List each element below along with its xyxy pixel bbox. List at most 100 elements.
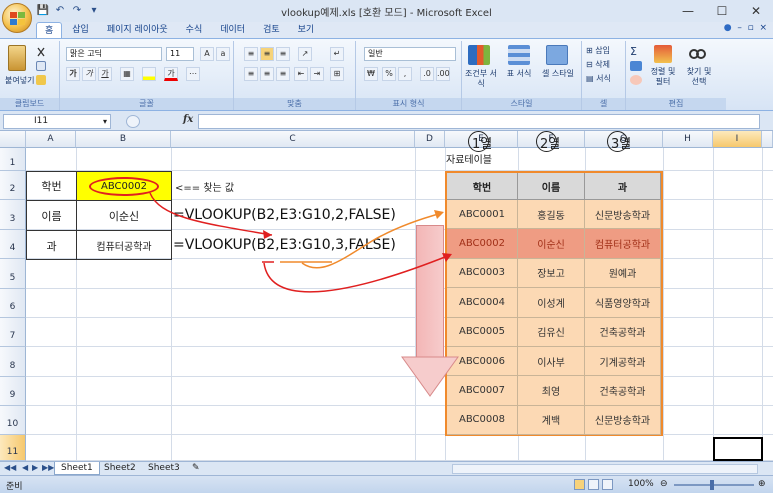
copy-icon[interactable] <box>36 61 46 71</box>
page-break-view-icon[interactable] <box>602 479 613 490</box>
clear-icon[interactable] <box>630 75 642 85</box>
format-cells-button[interactable]: ▤ 서식 <box>586 73 611 84</box>
paste-button[interactable]: 붙여넣기 <box>5 75 34 86</box>
cut-icon[interactable] <box>36 47 46 57</box>
prev-sheet-icon[interactable]: ◀ <box>22 463 28 472</box>
vlookup-arrows <box>149 192 452 293</box>
ribbon-close-icon[interactable]: × <box>757 23 767 33</box>
cell-styles-button[interactable]: 셀 스타일 <box>540 69 576 79</box>
zoom-slider[interactable] <box>674 484 754 486</box>
autosum-button[interactable]: Σ <box>630 45 637 58</box>
insert-function-button[interactable]: fx <box>183 114 193 125</box>
sort-filter-icon[interactable] <box>654 45 672 63</box>
normal-view-icon[interactable] <box>574 479 585 490</box>
office-button[interactable] <box>2 3 32 33</box>
shrink-font-icon[interactable]: a <box>216 47 230 61</box>
active-cell-i11[interactable] <box>713 437 763 461</box>
align-right-icon[interactable]: ≡ <box>276 67 290 81</box>
next-sheet-icon[interactable]: ▶ <box>32 463 38 472</box>
sort-filter-button[interactable]: 정렬 및 필터 <box>648 67 678 87</box>
editing-group: Σ 정렬 및 필터 찾기 및 선택 편집 <box>626 41 726 110</box>
minimize-button[interactable]: — <box>671 0 705 22</box>
zoom-slider-thumb[interactable] <box>710 480 714 490</box>
sheet-tab-1[interactable]: Sheet1 <box>54 462 100 475</box>
bold-button[interactable]: 가 <box>66 67 80 81</box>
align-top-icon[interactable]: ≡ <box>244 47 258 61</box>
alignment-group: ≡ ≡ ≡ ↗ ↵ ≡ ≡ ≡ ⇤ ⇥ ⊞ 맞춤 <box>234 41 356 110</box>
zoom-in-icon[interactable]: ⊕ <box>758 479 766 489</box>
ribbon-restore-icon[interactable]: ▫ <box>745 23 754 33</box>
horizontal-scrollbar[interactable] <box>452 464 758 474</box>
sheet-tab-3[interactable]: Sheet3 <box>142 462 186 475</box>
number-group: 일반 ₩ % , .0 .00 표시 형식 <box>356 41 462 110</box>
formula-input[interactable] <box>198 114 760 129</box>
percent-button[interactable]: % <box>382 67 396 81</box>
align-left-icon[interactable]: ≡ <box>244 67 258 81</box>
ribbon-tabs: 홈 삽입 페이지 레이아웃 수식 데이터 검토 보기 <box>0 22 773 38</box>
italic-button[interactable]: 가 <box>82 67 96 81</box>
styles-group-label: 스타일 <box>462 98 581 110</box>
ribbon-minimize-icon[interactable]: – <box>735 23 742 33</box>
increase-indent-icon[interactable]: ⇥ <box>310 67 324 81</box>
sheet-tab-bar: ◀◀ ◀ ▶ ▶▶ Sheet1 Sheet2 Sheet3 ✎ <box>0 461 773 475</box>
tab-home[interactable]: 홈 <box>36 22 63 38</box>
zoom-out-icon[interactable]: ⊖ <box>660 479 668 489</box>
format-painter-icon[interactable] <box>36 75 46 85</box>
window-controls: — ☐ ✕ <box>671 0 773 22</box>
first-sheet-icon[interactable]: ◀◀ <box>4 463 16 472</box>
conditional-format-button[interactable]: 조건부 서식 <box>464 69 498 89</box>
decrease-decimal-icon[interactable]: .00 <box>436 67 450 81</box>
orientation-icon[interactable]: ↗ <box>298 47 312 61</box>
align-middle-icon[interactable]: ≡ <box>260 47 274 61</box>
grow-font-icon[interactable]: A <box>200 47 214 61</box>
zoom-level[interactable]: 100% <box>628 479 654 489</box>
tab-insert[interactable]: 삽입 <box>64 22 97 38</box>
last-sheet-icon[interactable]: ▶▶ <box>42 463 54 472</box>
fill-color-icon[interactable] <box>142 67 156 81</box>
page-layout-view-icon[interactable] <box>588 479 599 490</box>
font-color-button[interactable]: 가 <box>164 67 178 81</box>
comma-button[interactable]: , <box>398 67 412 81</box>
cell-styles-icon[interactable] <box>546 45 568 65</box>
conditional-format-icon[interactable] <box>468 45 490 65</box>
tab-formulas[interactable]: 수식 <box>178 22 211 38</box>
font-name-combo[interactable]: 맑은 고딕 <box>66 47 162 61</box>
tab-page-layout[interactable]: 페이지 레이아웃 <box>99 22 176 38</box>
help-icon[interactable]: ● <box>724 23 732 33</box>
number-format-combo[interactable]: 일반 <box>364 47 456 61</box>
ribbon: 붙여넣기 클립보드 맑은 고딕 11 A a 가 가 가 ▦ 가 ⋯ 글꼴 ≡ … <box>0 38 773 111</box>
increase-decimal-icon[interactable]: .0 <box>420 67 434 81</box>
window-title: vlookup예제.xls [호환 모드] - Microsoft Excel <box>281 8 492 19</box>
align-bottom-icon[interactable]: ≡ <box>276 47 290 61</box>
name-box[interactable]: I11 ▾ <box>3 114 111 129</box>
insert-sheet-icon[interactable]: ✎ <box>186 462 206 475</box>
format-as-table-button[interactable]: 표 서식 <box>502 69 536 79</box>
maximize-button[interactable]: ☐ <box>705 0 739 22</box>
paste-icon[interactable] <box>8 45 26 71</box>
find-select-icon[interactable] <box>688 45 706 63</box>
find-select-button[interactable]: 찾기 및 선택 <box>682 67 716 87</box>
format-as-table-icon[interactable] <box>508 45 530 65</box>
sheet-tab-2[interactable]: Sheet2 <box>98 462 142 475</box>
merge-center-icon[interactable]: ⊞ <box>330 67 344 81</box>
tab-review[interactable]: 검토 <box>255 22 288 38</box>
formula-cancel-icon[interactable] <box>126 115 140 128</box>
insert-cells-button[interactable]: ⊞ 삽입 <box>586 45 610 56</box>
close-button[interactable]: ✕ <box>739 0 773 22</box>
font-size-combo[interactable]: 11 <box>166 47 194 61</box>
delete-cells-button[interactable]: ⊟ 삭제 <box>586 59 610 70</box>
name-box-dropdown-icon[interactable]: ▾ <box>103 115 107 128</box>
phonetic-icon[interactable]: ⋯ <box>186 67 200 81</box>
decrease-indent-icon[interactable]: ⇤ <box>294 67 308 81</box>
tab-view[interactable]: 보기 <box>290 22 323 38</box>
borders-icon[interactable]: ▦ <box>120 67 134 81</box>
align-center-icon[interactable]: ≡ <box>260 67 274 81</box>
currency-button[interactable]: ₩ <box>364 67 378 81</box>
tab-data[interactable]: 데이터 <box>212 22 253 38</box>
fill-icon[interactable] <box>630 61 642 71</box>
wrap-text-icon[interactable]: ↵ <box>330 47 344 61</box>
underline-button[interactable]: 가 <box>98 67 112 81</box>
status-bar: 준비 100% ⊖ ⊕ <box>0 475 773 493</box>
worksheet-grid[interactable]: A B C D E F G H I 1 2 3 4 5 6 7 8 9 10 11 학번 ABC00… <box>0 131 773 461</box>
name-box-value: I11 <box>34 116 49 126</box>
